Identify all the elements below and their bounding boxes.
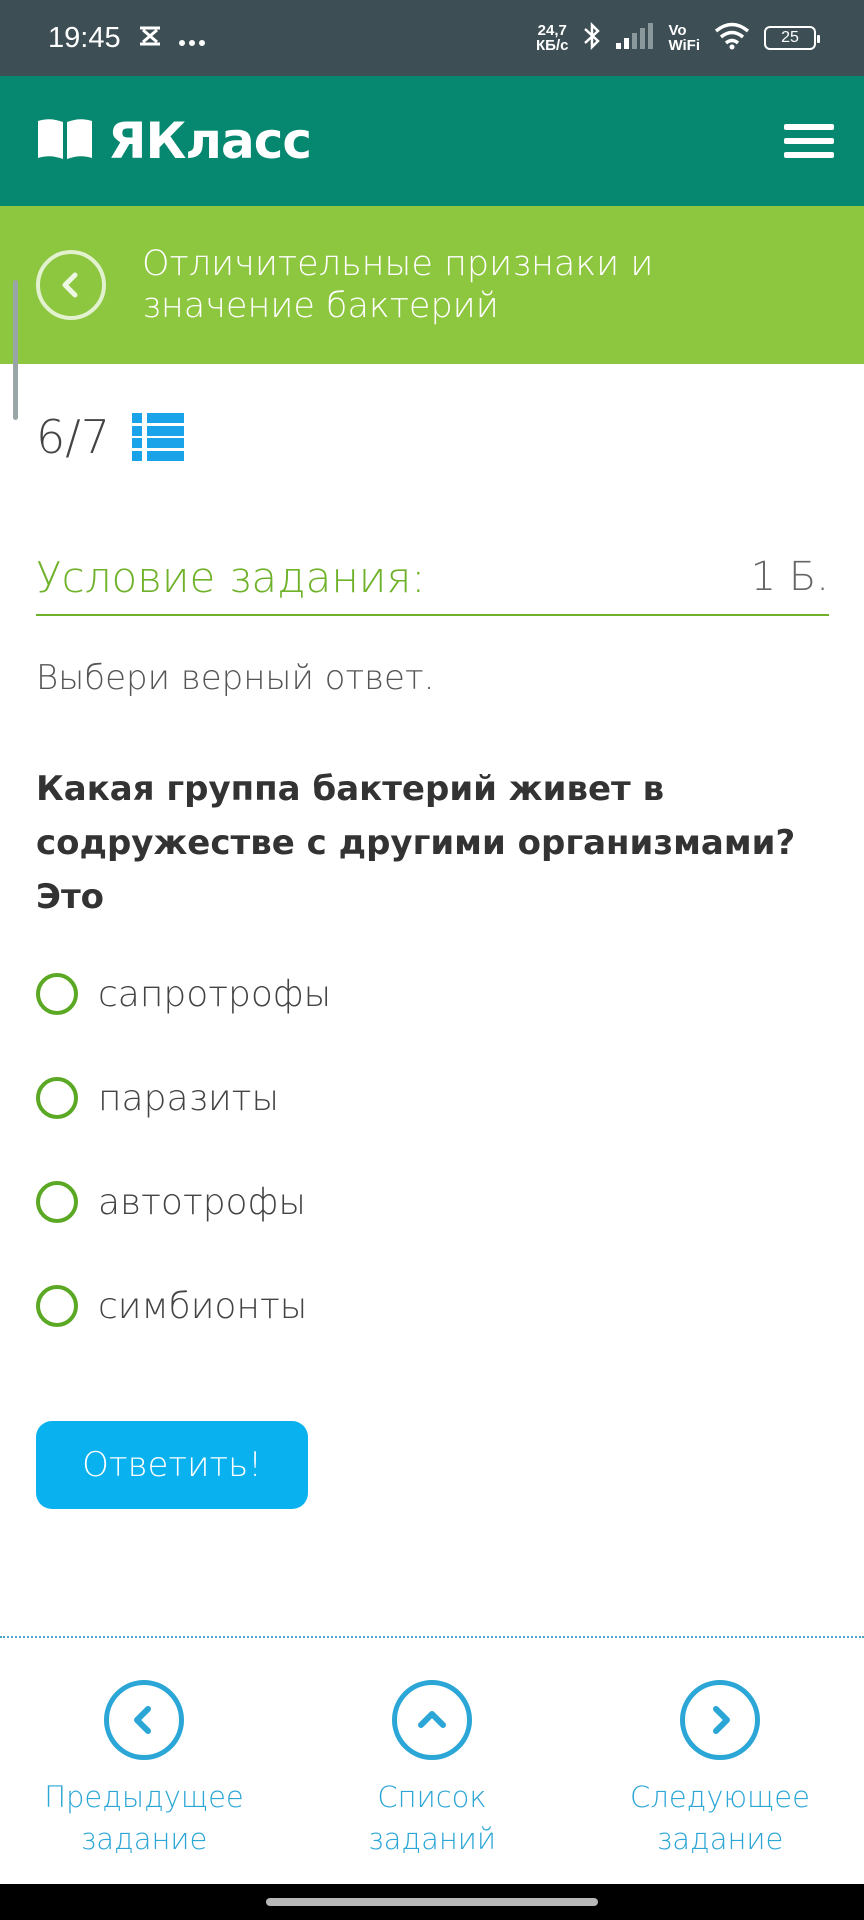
progress-separator: / [65, 410, 81, 464]
home-gesture-pill[interactable] [266, 1898, 598, 1906]
chevron-left-icon [104, 1680, 184, 1760]
task-points: 1 Б. [750, 554, 829, 600]
answer-option-label: автотрофы [98, 1181, 306, 1223]
task-list-label: Список заданий [317, 1776, 547, 1860]
task-instruction: Выбери верный ответ. [36, 658, 435, 698]
logo[interactable]: ЯКласс [36, 112, 312, 170]
submit-answer-button[interactable]: Ответить! [36, 1421, 308, 1509]
previous-task-button[interactable]: Предыдущее задание [0, 1680, 288, 1880]
progress-text: 6/7 [36, 410, 110, 464]
condition-title: Условие задания: [36, 552, 426, 602]
custom-x-icon [137, 22, 163, 55]
divider [0, 1636, 864, 1638]
topic-banner: Отличительные признаки и значение бактер… [0, 206, 864, 364]
answer-option[interactable]: паразиты [36, 1046, 331, 1150]
status-bar: 19:45 24,7 КБ/с Vo WiFi 25 [0, 0, 864, 76]
task-condition-header: Условие задания: 1 Б. [36, 540, 829, 616]
status-left: 19:45 [48, 22, 205, 55]
task-list-icon[interactable] [132, 413, 185, 461]
book-logo-icon [36, 117, 94, 165]
back-chevron-icon[interactable] [36, 250, 106, 320]
net-speed-value: 24,7 [537, 22, 567, 39]
task-list-label-line1: Список [377, 1780, 487, 1814]
answer-options: сапротрофы паразиты автотрофы симбионты [36, 942, 331, 1358]
answer-option-label: паразиты [98, 1077, 279, 1119]
task-list-label-line2: заданий [367, 1822, 497, 1856]
task-progress: 6/7 [36, 410, 185, 464]
progress-total: 7 [80, 410, 111, 464]
radio-button[interactable] [36, 1181, 78, 1223]
scroll-indicator[interactable] [13, 280, 18, 420]
vo-label: Vo [668, 22, 687, 39]
signal-icon [616, 22, 654, 54]
next-task-label-line2: задание [656, 1822, 784, 1856]
hamburger-menu-icon[interactable] [784, 124, 834, 158]
status-time: 19:45 [48, 21, 121, 54]
net-speed-unit: КБ/с [536, 37, 569, 54]
topic-title: Отличительные признаки и значение бактер… [142, 244, 654, 326]
status-right: 24,7 КБ/с Vo WiFi 25 [536, 21, 820, 56]
next-task-button[interactable]: Следующее задание [576, 1680, 864, 1880]
next-task-label-line1: Следующее [630, 1780, 810, 1814]
answer-option-label: сапротрофы [98, 973, 332, 1015]
task-question: Какая группа бактерий живет в содружеств… [36, 769, 796, 917]
task-list-button[interactable]: Список заданий [288, 1680, 576, 1880]
previous-task-label-line1: Предыдущее [44, 1780, 244, 1814]
app-header: ЯКласс [0, 76, 864, 206]
vowifi-indicator: Vo WiFi [668, 23, 700, 53]
chevron-right-icon [680, 1680, 760, 1760]
previous-task-label: Предыдущее задание [29, 1776, 259, 1860]
next-task-label: Следующее задание [605, 1776, 835, 1860]
previous-task-label-line2: задание [80, 1822, 208, 1856]
radio-button[interactable] [36, 1077, 78, 1119]
battery-level: 25 [781, 29, 799, 46]
page: 19:45 24,7 КБ/с Vo WiFi 25 ЯКласс Отличи… [0, 0, 864, 1920]
chevron-up-icon [392, 1680, 472, 1760]
radio-button[interactable] [36, 1285, 78, 1327]
answer-option[interactable]: сапротрофы [36, 942, 331, 1046]
battery-icon: 25 [764, 26, 820, 50]
bottom-navigation: Предыдущее задание Список заданий Следую… [0, 1680, 864, 1880]
answer-option-label: симбионты [98, 1285, 308, 1327]
logo-text: ЯКласс [108, 112, 312, 170]
answer-option[interactable]: симбионты [36, 1254, 331, 1358]
progress-current: 6 [36, 410, 66, 464]
more-dots-icon [178, 22, 205, 55]
answer-option[interactable]: автотрофы [36, 1150, 331, 1254]
radio-button[interactable] [36, 973, 78, 1015]
wifi-label: WiFi [668, 37, 700, 54]
wifi-icon [714, 22, 750, 55]
bluetooth-icon [582, 21, 602, 56]
net-speed: 24,7 КБ/с [536, 23, 568, 53]
